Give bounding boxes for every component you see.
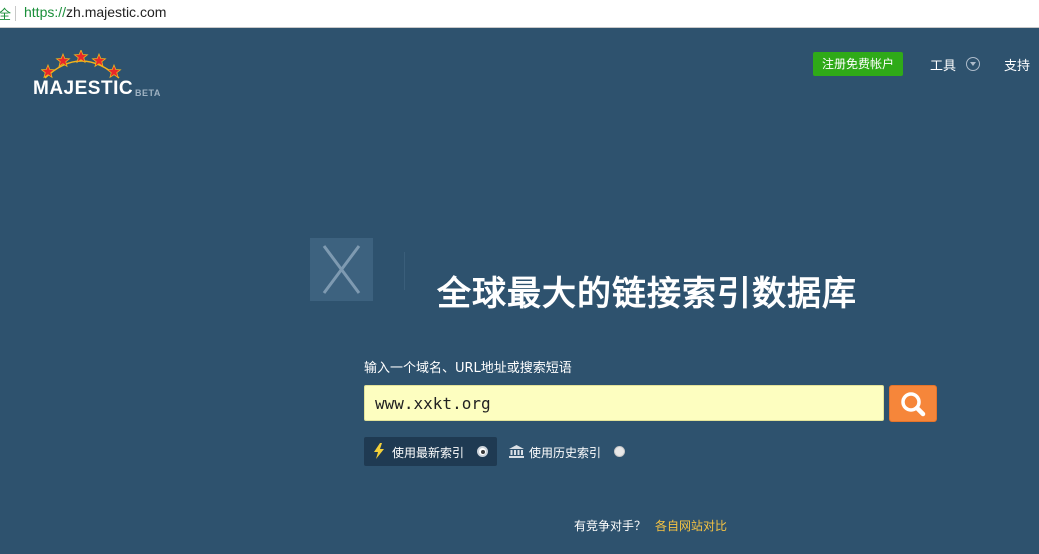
hero-divider <box>404 252 405 290</box>
address-bar-divider <box>15 6 16 21</box>
historic-index-radio[interactable] <box>614 446 625 457</box>
search-label: 输入一个域名、URL地址或搜索短语 <box>364 361 572 376</box>
logo-beta-label: BETA <box>135 88 161 98</box>
url-text[interactable]: https://zh.majestic.com <box>24 4 166 20</box>
hero-placeholder-icon <box>310 238 373 301</box>
majestic-logo[interactable]: MAJESTIC BETA <box>33 48 173 106</box>
lightning-icon <box>374 443 384 459</box>
url-host: zh.majestic.com <box>66 4 167 20</box>
security-indicator[interactable]: 全 <box>0 4 11 23</box>
browser-address-bar[interactable]: 全 https://zh.majestic.com <box>0 0 1039 28</box>
bank-icon <box>509 445 524 458</box>
search-input[interactable] <box>364 385 884 421</box>
search-icon <box>901 392 926 417</box>
option-latest-index-label: 使用最新索引 <box>392 446 465 460</box>
url-scheme: https:// <box>24 4 67 20</box>
chevron-down-icon[interactable] <box>966 57 980 71</box>
logo-wordmark: MAJESTIC <box>33 78 134 99</box>
page-title: 全球最大的链接索引数据库 <box>437 274 857 314</box>
signup-button[interactable]: 注册免费帐户 <box>813 52 903 76</box>
option-historic-index-label: 使用历史索引 <box>529 446 602 460</box>
option-historic-index[interactable]: 使用历史索引 <box>508 437 638 466</box>
competitor-question: 有竞争对手？ <box>574 519 647 533</box>
search-button[interactable] <box>889 385 937 422</box>
compare-sites-link[interactable]: 各自网站对比 <box>655 517 727 534</box>
support-link[interactable]: 支持 <box>1004 55 1030 74</box>
option-latest-index[interactable]: 使用最新索引 <box>364 437 497 466</box>
tools-menu[interactable]: 工具 <box>930 55 956 74</box>
latest-index-radio[interactable] <box>477 446 488 457</box>
